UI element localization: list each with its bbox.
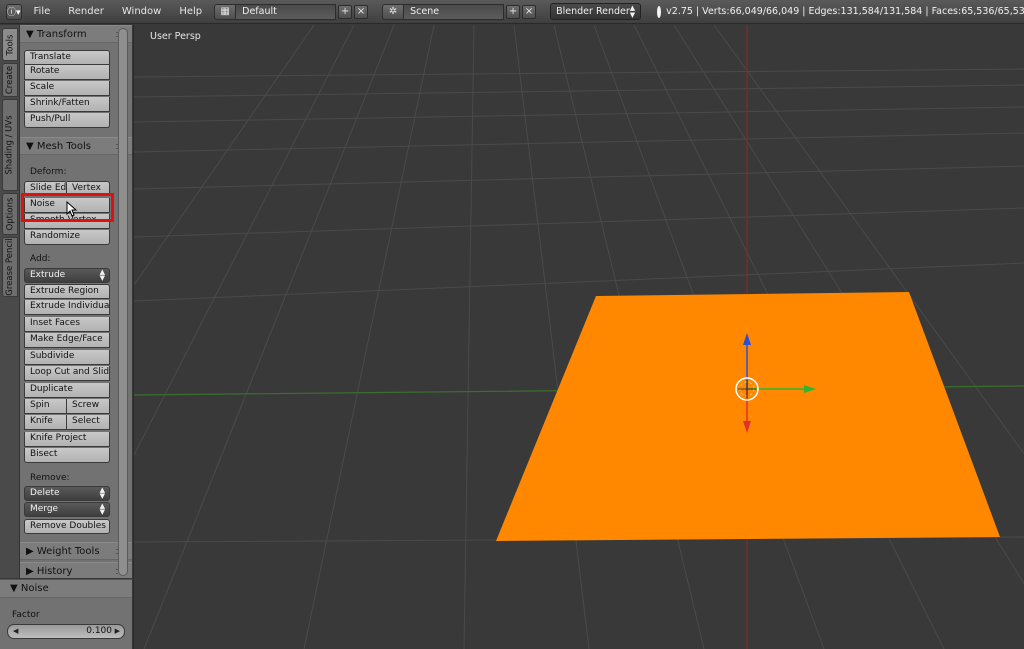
merge-label: Merge [30, 504, 59, 514]
tab-create[interactable]: Create [2, 63, 18, 97]
knife-project-button[interactable]: Knife Project [24, 432, 110, 447]
scale-button[interactable]: Scale [24, 81, 110, 96]
extrude-dropdown[interactable]: Extrude ▲ ▼ [24, 268, 110, 283]
make-edge-face-button[interactable]: Make Edge/Face [24, 333, 110, 348]
screw-button[interactable]: Screw [67, 399, 110, 414]
mouse-cursor-icon [66, 201, 78, 217]
extrude-label: Extrude [30, 270, 66, 280]
vertex-slide-button[interactable]: Vertex [67, 181, 110, 196]
factor-label: Factor [12, 610, 40, 620]
push-pull-button[interactable]: Push/Pull [24, 113, 110, 128]
mesh-tools-panel-title: Mesh Tools [36, 140, 92, 152]
loop-cut-and-slide-button[interactable]: Loop Cut and Slide [24, 366, 110, 381]
updown-arrows-icon: ▲ ▼ [629, 3, 636, 19]
tab-tools-label: Tools [5, 34, 16, 55]
increment-arrow-icon[interactable]: ▶ [115, 625, 120, 638]
tab-grease-pencil-label: Grease Pencil [5, 238, 15, 296]
inset-faces-button[interactable]: Inset Faces [24, 317, 110, 332]
tab-options-label: Options [5, 197, 16, 231]
rotate-button[interactable]: Rotate [24, 65, 110, 80]
scene-field[interactable]: Scene [404, 3, 505, 20]
scene-statistics: v2.75 | Verts:66,049/66,049 | Edges:131,… [666, 6, 1024, 17]
transform-panel-title: Transform [36, 28, 87, 40]
shrink-fatten-button[interactable]: Shrink/Fatten [24, 97, 110, 112]
delete-dropdown[interactable]: Delete ▲ ▼ [24, 486, 110, 501]
spin-button[interactable]: Spin [24, 399, 67, 414]
operator-panel: ▼ Noise Factor ◀ 0.100 ▶ [0, 579, 132, 649]
editor-type-button[interactable]: ⓘ▾ [6, 3, 22, 20]
operator-panel-title: Noise [20, 583, 49, 594]
operator-panel-header[interactable]: ▼ Noise [0, 580, 132, 598]
tool-shelf-scrollbar[interactable] [118, 28, 128, 576]
menu-file[interactable]: File [34, 6, 51, 17]
history-panel-title: History [36, 565, 73, 577]
screen-layout-selector: ▦ Default + × [214, 3, 369, 20]
blender-logo-icon [657, 5, 662, 18]
menu-help[interactable]: Help [179, 6, 202, 17]
add-scene-button[interactable]: + [506, 4, 521, 19]
updown-arrows-icon: ▲ ▼ [99, 268, 105, 282]
knife-select-button[interactable]: Select [67, 415, 110, 430]
factor-slider[interactable]: ◀ 0.100 ▶ [7, 624, 125, 639]
history-panel-header[interactable]: ▶ History [20, 562, 132, 578]
tab-options[interactable]: Options [2, 193, 18, 235]
duplicate-button[interactable]: Duplicate [24, 383, 110, 398]
viewport-view-label: User Persp [150, 31, 201, 42]
updown-arrows-icon: ▲ ▼ [99, 502, 105, 516]
scene-selector: ✲ Scene + × [382, 3, 537, 20]
tab-shading-uvs[interactable]: Shading / UVs [2, 99, 18, 191]
delete-label: Delete [30, 488, 60, 498]
info-icon: ⓘ▾ [7, 8, 21, 18]
knife-button[interactable]: Knife [24, 415, 67, 430]
collapse-triangle-icon: ▼ [10, 583, 21, 594]
scene-icon[interactable]: ✲ [382, 3, 405, 20]
selected-plane-mesh[interactable] [496, 292, 1000, 541]
tool-shelf: ▼ Transform Translate Rotate Scale Shrin… [20, 25, 132, 578]
subdivide-button[interactable]: Subdivide [24, 350, 110, 365]
remove-screen-button[interactable]: × [354, 4, 369, 19]
tab-tools[interactable]: Tools [2, 28, 18, 61]
bisect-button[interactable]: Bisect [24, 448, 110, 463]
expand-triangle-icon: ▶ [26, 565, 37, 577]
screen-layout-icon[interactable]: ▦ [214, 3, 237, 20]
randomize-button[interactable]: Randomize [24, 230, 110, 245]
tool-shelf-tabs: Tools Create Shading / UVs Options Greas… [0, 25, 20, 578]
3d-viewport[interactable]: User Persp [133, 25, 1024, 649]
remove-scene-button[interactable]: × [522, 4, 537, 19]
extrude-individual-button[interactable]: Extrude Individual [24, 300, 110, 315]
mesh-tools-panel-header[interactable]: ▼ Mesh Tools [20, 137, 132, 155]
remove-label: Remove: [30, 473, 70, 483]
weight-tools-panel-title: Weight Tools [36, 545, 100, 557]
tab-grease-pencil[interactable]: Grease Pencil [2, 237, 18, 297]
render-engine-label: Blender Render [556, 6, 630, 17]
tab-create-label: Create [5, 65, 15, 95]
menu-window[interactable]: Window [122, 6, 161, 17]
deform-label: Deform: [30, 167, 67, 177]
render-engine-dropdown[interactable]: Blender Render ▲ ▼ [550, 3, 642, 20]
merge-dropdown[interactable]: Merge ▲ ▼ [24, 502, 110, 517]
collapse-triangle-icon: ▼ [26, 28, 37, 40]
menu-render[interactable]: Render [68, 6, 104, 17]
add-screen-button[interactable]: + [338, 4, 353, 19]
translate-button[interactable]: Translate [24, 50, 110, 65]
collapse-triangle-icon: ▼ [26, 140, 37, 152]
add-label: Add: [30, 254, 51, 264]
weight-tools-panel-header[interactable]: ▶ Weight Tools [20, 542, 132, 560]
screen-layout-field[interactable]: Default [236, 3, 337, 20]
transform-panel-header[interactable]: ▼ Transform [20, 25, 132, 43]
expand-triangle-icon: ▶ [26, 545, 37, 557]
updown-arrows-icon: ▲ ▼ [99, 486, 105, 500]
extrude-region-button[interactable]: Extrude Region [24, 284, 110, 299]
info-header: ⓘ▾ File Render Window Help ▦ Default + ×… [0, 0, 1024, 24]
decrement-arrow-icon[interactable]: ◀ [13, 625, 18, 638]
slide-edge-button[interactable]: Slide Ed [24, 181, 67, 196]
viewport-canvas [134, 25, 1024, 649]
factor-value: 0.100 [86, 626, 112, 636]
tab-shading-uvs-label: Shading / UVs [5, 115, 16, 175]
remove-doubles-button[interactable]: Remove Doubles [24, 519, 110, 534]
